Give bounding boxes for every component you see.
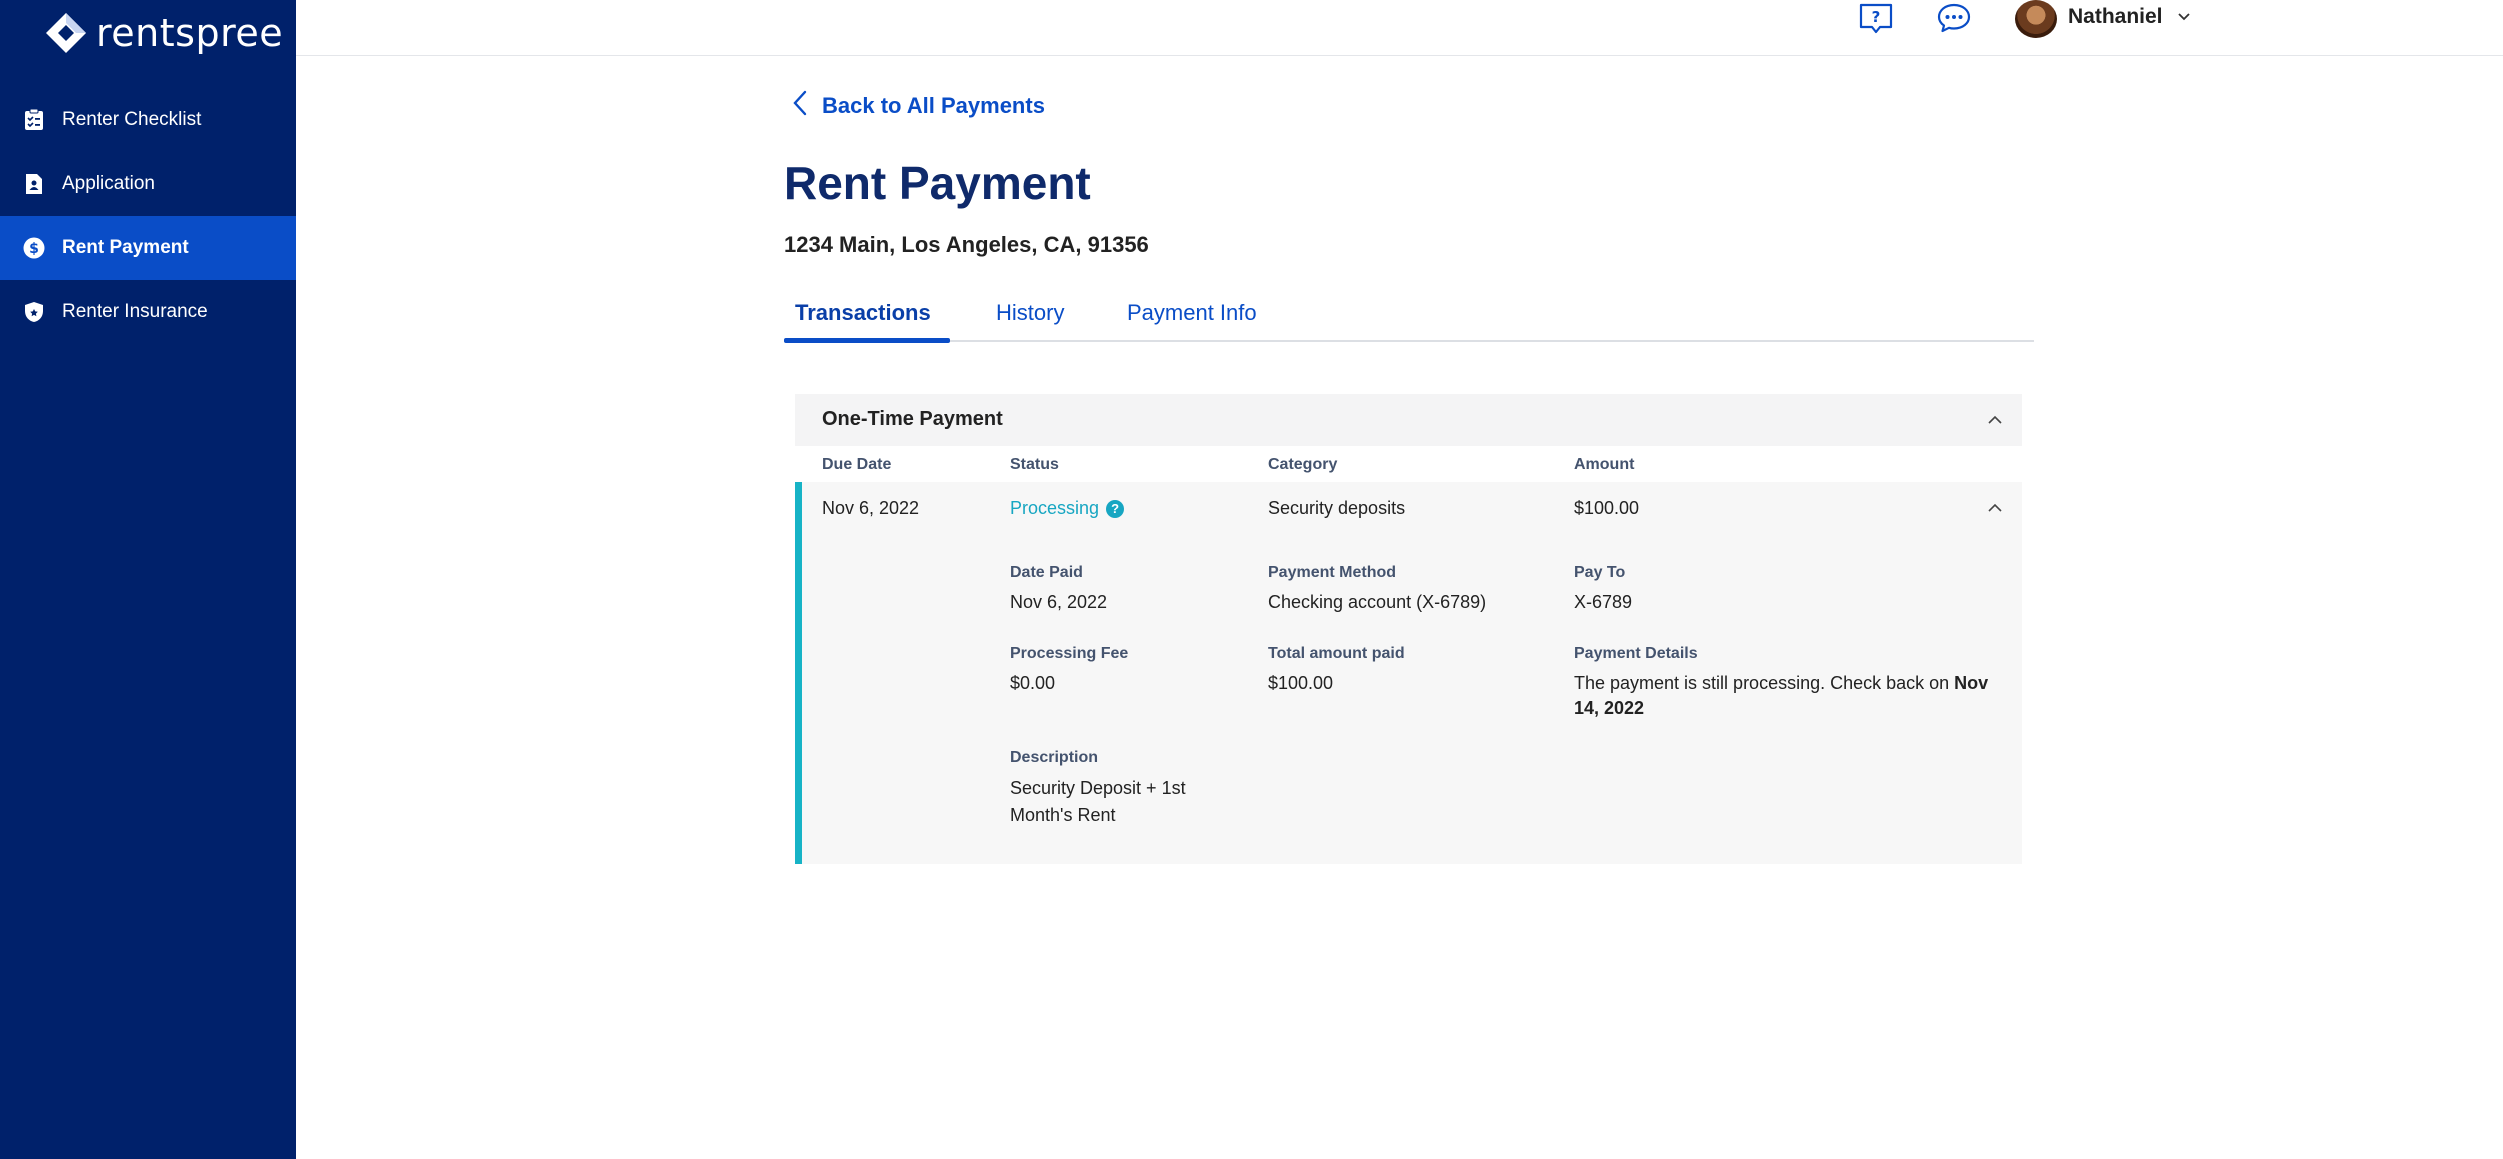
date-paid-label: Date Paid xyxy=(1010,564,1083,581)
property-address: 1234 Main, Los Angeles, CA, 91356 xyxy=(784,232,1149,257)
processing-fee-label: Processing Fee xyxy=(1010,645,1129,662)
column-due-date: Due Date xyxy=(822,456,892,473)
sidebar-item-label: Application xyxy=(62,173,155,194)
tab-transactions[interactable]: Transactions xyxy=(795,300,931,326)
date-paid-value: Nov 6, 2022 xyxy=(1010,592,1108,612)
column-status: Status xyxy=(1010,456,1059,473)
amount-value: $100.00 xyxy=(1574,498,1640,518)
category-value: Security deposits xyxy=(1268,498,1406,518)
pay-to-value: X-6789 xyxy=(1574,592,1633,612)
one-time-payment-card: One-Time Payment Due Date Status Categor… xyxy=(795,394,2022,864)
application-icon xyxy=(22,172,46,196)
active-tab-indicator xyxy=(784,338,950,343)
avatar[interactable] xyxy=(2015,0,2057,38)
chevron-up-icon[interactable] xyxy=(1985,498,2005,518)
shield-icon xyxy=(22,300,46,324)
status-badge: Processing ? xyxy=(1010,498,1125,519)
table-row[interactable]: Nov 6, 2022 Processing ? Security deposi… xyxy=(795,482,2022,864)
brand-name: rentspree xyxy=(96,11,284,55)
brand-logo[interactable]: rentspree xyxy=(44,10,283,56)
sidebar-nav: Renter Checklist Application $ Rent Paym… xyxy=(0,88,296,344)
sidebar-item-renter-insurance[interactable]: Renter Insurance xyxy=(0,280,296,344)
description-value: Security Deposit + 1st Month's Rent xyxy=(1010,778,1186,825)
status-label: Processing xyxy=(1010,498,1100,518)
sidebar-item-label: Renter Insurance xyxy=(62,301,208,322)
column-category: Category xyxy=(1268,456,1338,473)
dollar-icon: $ xyxy=(22,236,46,260)
back-link-label: Back to All Payments xyxy=(822,93,1045,118)
sidebar-item-renter-checklist[interactable]: Renter Checklist xyxy=(0,88,296,152)
payment-details-label: Payment Details xyxy=(1574,645,1698,662)
chevron-left-icon xyxy=(792,89,822,123)
rentspree-logo-icon xyxy=(44,11,88,55)
user-name[interactable]: Nathaniel xyxy=(2068,5,2163,29)
top-bar xyxy=(296,0,2503,56)
payment-method-value: Checking account (X-6789) xyxy=(1268,592,1487,612)
tab-payment-info[interactable]: Payment Info xyxy=(1127,300,1257,326)
pay-to-label: Pay To xyxy=(1574,564,1626,581)
status-help-icon[interactable]: ? xyxy=(1106,499,1125,518)
svg-text:?: ? xyxy=(1872,8,1881,26)
processing-fee-value: $0.00 xyxy=(1010,673,1056,693)
sidebar-item-label: Renter Checklist xyxy=(62,109,202,130)
chevron-down-icon[interactable] xyxy=(2175,8,2193,26)
card-title: One-Time Payment xyxy=(822,408,1003,430)
sidebar-item-rent-payment[interactable]: $ Rent Payment xyxy=(0,216,296,280)
page-title: Rent Payment xyxy=(784,157,1091,209)
svg-text:$: $ xyxy=(29,241,39,257)
help-icon[interactable]: ? xyxy=(1858,2,1894,36)
sidebar-item-application[interactable]: Application xyxy=(0,152,296,216)
sidebar: rentspree Renter Checklist Application $… xyxy=(0,0,296,1159)
card-header[interactable]: One-Time Payment xyxy=(795,394,2022,446)
checklist-icon xyxy=(22,108,46,132)
app-root: rentspree Renter Checklist Application $… xyxy=(0,0,2503,1159)
payment-details-text: The payment is still processing. Check b… xyxy=(1574,673,1955,693)
chat-icon[interactable] xyxy=(1936,2,1972,36)
total-paid-label: Total amount paid xyxy=(1268,645,1405,662)
sidebar-item-label: Rent Payment xyxy=(62,237,189,258)
tab-history[interactable]: History xyxy=(996,300,1064,326)
column-amount: Amount xyxy=(1574,456,1635,473)
payment-details-value: The payment is still processing. Check b… xyxy=(1574,671,1994,721)
due-date-value: Nov 6, 2022 xyxy=(822,498,920,518)
back-to-payments-link[interactable]: Back to All Payments xyxy=(792,88,1045,124)
description-label: Description xyxy=(1010,749,1099,766)
table-header: Due Date Status Category Amount xyxy=(795,446,2022,482)
total-paid-value: $100.00 xyxy=(1268,673,1334,693)
payment-method-label: Payment Method xyxy=(1268,564,1397,581)
chevron-up-icon[interactable] xyxy=(1985,410,2005,430)
tab-bar: Transactions History Payment Info xyxy=(784,290,2034,343)
